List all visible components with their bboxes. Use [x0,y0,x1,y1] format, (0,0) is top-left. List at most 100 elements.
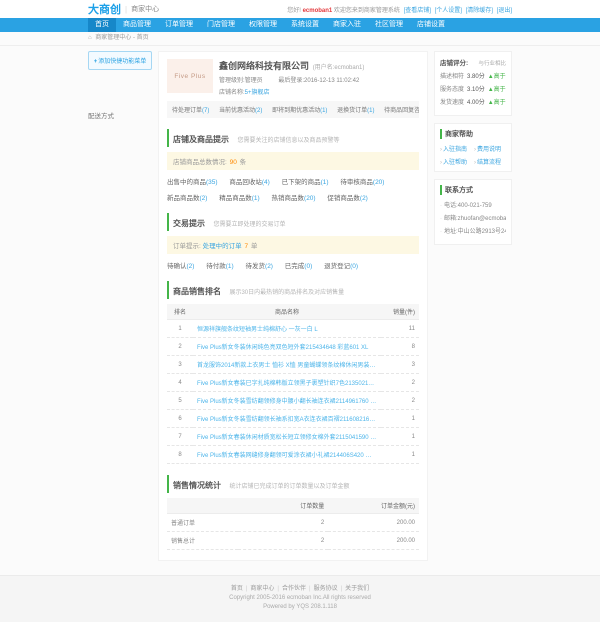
rank-cell: 8 [167,446,193,464]
powered-by-text: Powered by YQS 208.1.118 [0,604,600,610]
nav-item-system[interactable]: 系统设置 [284,18,326,32]
table-row: 7 Five Plus新女春装休闲材质宽松长短立领修女棉外套2115041590… [167,428,419,446]
footer-link-about[interactable]: 关于我们 [345,586,369,592]
order-amount-column-header: 订单金额(元) [328,498,419,514]
qty-cell: 1 [381,428,419,446]
home-icon: ⌂ [88,35,92,41]
table-row: 5 Five Plus新女冬装雪纺翻领修身中腰小翻长袖连衣裙2114961760… [167,392,419,410]
contact-email: ·邮箱:zhuofan@ecmoban.com [440,213,506,222]
goods-link[interactable]: Five Plus新女春装巳字扎纯棉韩版立领黑子裹塑针织7色2135021140… [193,374,381,392]
type-column-header [167,498,238,514]
expiring-promotions-stat[interactable]: 即将到期优惠活动(1) [272,108,327,114]
merchant-info-card: Five Plus 鑫创网络科技有限公司 (用户名:ecmoban1) 管理级别… [167,59,419,96]
bullet-icon: · [440,229,442,235]
sidebar-item-shipping[interactable]: 配送方式 [88,110,152,120]
new-goods-stat[interactable]: 新品商品数(2) [167,195,207,202]
plus-icon: + [94,59,98,65]
nav-item-shop-settings[interactable]: 店铺设置 [410,18,452,32]
nav-item-home[interactable]: 首页 [88,18,116,32]
pending-orders-stat[interactable]: 待处理订单(7) [172,108,209,114]
return-register-stat[interactable]: 退货登记(0) [324,263,358,270]
goods-link[interactable]: Five Plus新女冬装雪纺翻领长袖系扣宽A衣连衣裙百褶2116082160 … [193,410,381,428]
nav-item-privileges[interactable]: 权限管理 [242,18,284,32]
greeting-prefix: 您好! [287,8,301,14]
return-orders-stat[interactable]: 退换货订单(1) [337,108,374,114]
bullet-icon: · [440,216,442,222]
nav-item-merchant-join[interactable]: 商家入驻 [326,18,368,32]
sales-section-header: 销售情况统计 统计店铺已完成订单的订单数量以及订单金额 [167,475,419,493]
company-name: 鑫创网络科技有限公司 [219,61,309,71]
page-footer: 首页|商家中心|合作伙伴|服务协议|关于我们 Copyright 2005-20… [0,575,600,622]
completed-stat[interactable]: 已完成(0) [285,263,312,270]
nav-item-stores[interactable]: 门店管理 [200,18,242,32]
app-subtitle: 商家中心 [131,4,159,14]
table-row: 2 Five Plus新女冬装休闲纯色亮双色短外套215434648 彩蓝601… [167,338,419,356]
goods-stats-row-2: 新品商品数(2) 精品商品数(1) 热销商品数(20) 促销商品数(2) [167,192,419,202]
on-sale-goods-stat[interactable]: 出售中的商品(35) [167,179,218,186]
nav-item-community[interactable]: 社区管理 [368,18,410,32]
to-ship-stat[interactable]: 待发货(2) [246,263,273,270]
nav-item-orders[interactable]: 订单管理 [158,18,200,32]
add-quick-menu-label: 添加快捷功能菜单 [98,59,146,65]
rating-title: 店铺评分: [440,57,468,67]
right-sidebar: 店铺评分: 与行业相比 描述相符 3.80分 ▲ 高于 服务态度 3.10分 ▲… [434,51,512,252]
merchant-help-card: 商家帮助 ›入驻指南 ›费用说明 ›入驻帮助 ›结算流程 [434,123,512,172]
rank-cell: 2 [167,338,193,356]
best-goods-stat[interactable]: 精品商品数(1) [219,195,259,202]
store-name-label: 店铺名称: [219,90,245,96]
sales-section-title: 销售情况统计 [173,481,221,490]
to-pay-stat[interactable]: 待付款(1) [206,263,233,270]
help-link-fees[interactable]: ›费用说明 [474,144,506,153]
recycle-bin-goods-stat[interactable]: 商品回收站(4) [229,179,269,186]
rank-cell: 6 [167,410,193,428]
user-greeting-area: 您好! ecmoban1 欢迎您来到商家管理系统 [查看店铺] [个人设置] [… [287,5,512,14]
trade-section-header: 交易提示 您需要立即处理的交易订单 [167,213,419,231]
store-rating-card: 店铺评分: 与行业相比 描述相符 3.80分 ▲ 高于 服务态度 3.10分 ▲… [434,51,512,116]
hot-goods-stat[interactable]: 热销商品数(20) [272,195,316,202]
level-value: 管理员 [245,78,263,84]
ranking-section-subtitle: 展示30日内最热销的商品排名及对应销售量 [229,290,344,296]
logout-link[interactable]: [退出] [497,8,512,14]
goods-link[interactable]: 首龙服饰2014新款上衣男士 恤衫 X恤 男童蝴蝶领条纹棉休闲男装 X恤 浅蓝男… [193,356,381,374]
goods-link[interactable]: Five Plus新女春装休闲材质宽松长短立领修女棉外套2115041590 雪… [193,428,381,446]
store-logo: Five Plus [167,59,213,93]
footer-link-partners[interactable]: 合作伙伴 [282,586,306,592]
to-confirm-stat[interactable]: 待确认(2) [167,263,194,270]
add-quick-menu-button[interactable]: +添加快捷功能菜单 [88,51,152,70]
order-count-column-header: 订单数量 [238,498,329,514]
footer-link-home[interactable]: 首页 [231,586,243,592]
qty-cell: 2 [381,392,419,410]
rating-row-shipping: 发货速度 4.00分 ▲ 高于 [440,97,506,106]
processing-orders-link[interactable]: 处理中的订单 [203,243,242,250]
footer-link-terms[interactable]: 服务协议 [314,586,338,592]
sales-section-subtitle: 统计店铺已完成订单的订单数量以及订单金额 [229,484,349,490]
goods-link[interactable]: Five Plus新女冬装雪纺翻领修身中腰小翻长袖连衣裙2114961760 宝… [193,392,381,410]
contact-address: ·地址:中山公路2913号2402室 [440,226,506,235]
store-name-link[interactable]: 5+旗舰店 [245,90,270,96]
goods-link[interactable]: Five Plus新女冬装休闲纯色亮双色短外套215434648 彩蓝601 X… [193,338,381,356]
goods-link[interactable]: 恒源祥旗舰条纹短袖男士纯棉舒心 一灰一白 L [193,320,381,338]
off-shelf-goods-stat[interactable]: 已下架的商品(1) [282,179,329,186]
promo-goods-stat[interactable]: 促销商品数(2) [327,195,367,202]
goods-link[interactable]: Five Plus新女春装网缝修身翻领可爱涂衣裙小礼裙214406S420 橙红… [193,446,381,464]
footer-link-merchant-center[interactable]: 商家中心 [250,586,274,592]
rank-cell: 3 [167,356,193,374]
level-label: 管理级别: [219,78,245,84]
order-count-cell: 2 [238,532,329,550]
view-store-link[interactable]: [查看店铺] [404,8,431,14]
contact-phone: ·电话:400-021-759 [440,200,506,209]
current-promotions-stat[interactable]: 当前优惠活动(2) [219,108,262,114]
qty-cell: 11 [381,320,419,338]
qty-column-header: 销量(件) [381,304,419,320]
nav-item-goods[interactable]: 商品管理 [116,18,158,32]
main-content: Five Plus 鑫创网络科技有限公司 (用户名:ecmoban1) 管理级别… [158,51,428,561]
help-link-settlement[interactable]: ›结算流程 [474,157,506,166]
help-link-join[interactable]: ›入驻帮助 [440,157,472,166]
greeting-suffix: 欢迎您来到商家管理系统 [334,8,400,14]
last-login-value: 2016-12-13 11:02:42 [304,78,359,84]
pending-review-goods-stat[interactable]: 待审核商品(20) [340,179,384,186]
personal-settings-link[interactable]: [个人设置] [435,8,462,14]
pending-replies-stat[interactable]: 待商品回复咨询(2) [384,108,419,114]
help-link-guide[interactable]: ›入驻指南 [440,144,472,153]
clear-cache-link[interactable]: [清除缓存] [466,8,493,14]
